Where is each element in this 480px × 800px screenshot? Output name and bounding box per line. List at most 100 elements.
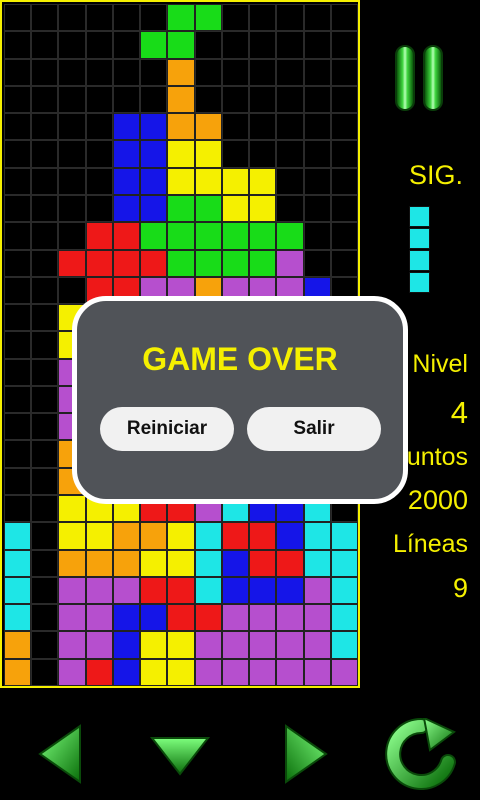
empty-cell (330, 31, 358, 59)
block-cell (249, 249, 277, 277)
empty-cell (303, 4, 331, 32)
empty-cell (221, 4, 250, 32)
block-cell (58, 549, 86, 577)
empty-cell (31, 576, 59, 605)
empty-cell (4, 85, 32, 114)
block-cell (330, 631, 358, 659)
block-cell (276, 658, 304, 686)
block-cell (140, 140, 168, 168)
block-cell (167, 222, 195, 250)
empty-cell (4, 58, 32, 86)
empty-cell (4, 440, 32, 468)
block-cell (4, 549, 32, 577)
block-cell (167, 31, 195, 59)
block-cell (85, 222, 113, 250)
empty-cell (31, 413, 59, 441)
block-cell (330, 604, 358, 632)
empty-cell (31, 85, 59, 114)
block-cell (276, 576, 304, 605)
level-value: 4 (450, 395, 468, 430)
empty-cell (4, 222, 32, 250)
move-right-button[interactable] (282, 722, 330, 786)
empty-cell (4, 4, 32, 32)
empty-cell (58, 58, 86, 86)
empty-cell (31, 31, 59, 59)
restart-button[interactable]: Reiniciar (100, 407, 234, 451)
empty-cell (4, 304, 32, 332)
empty-cell (330, 167, 358, 195)
move-down-button[interactable] (148, 734, 212, 778)
block-cell (303, 658, 331, 686)
points-label: untos (406, 443, 468, 471)
block-cell (112, 222, 141, 250)
block-cell (249, 604, 277, 632)
block-cell (221, 604, 250, 632)
empty-cell (194, 58, 222, 86)
block-cell (249, 167, 277, 195)
empty-cell (249, 140, 277, 168)
empty-cell (4, 113, 32, 141)
block-cell (221, 194, 250, 223)
empty-cell (112, 58, 141, 86)
block-cell (249, 522, 277, 550)
empty-cell (330, 194, 358, 223)
block-cell (58, 522, 86, 550)
empty-cell (31, 658, 59, 686)
next-piece-cell (409, 228, 430, 249)
empty-cell (330, 113, 358, 141)
empty-cell (58, 276, 86, 305)
block-cell (140, 631, 168, 659)
block-cell (167, 549, 195, 577)
empty-cell (112, 4, 141, 32)
empty-cell (276, 31, 304, 59)
game-over-dialog: GAME OVER Reiniciar Salir (72, 296, 408, 504)
pause-button[interactable] (393, 45, 449, 111)
block-cell (167, 249, 195, 277)
empty-cell (276, 113, 304, 141)
block-cell (167, 658, 195, 686)
empty-cell (140, 85, 168, 114)
block-cell (249, 222, 277, 250)
move-left-button[interactable] (36, 722, 84, 786)
block-cell (276, 222, 304, 250)
empty-cell (31, 194, 59, 223)
empty-cell (58, 222, 86, 250)
empty-cell (4, 331, 32, 359)
block-cell (4, 576, 32, 605)
block-cell (85, 631, 113, 659)
block-cell (112, 140, 141, 168)
empty-cell (276, 140, 304, 168)
rotate-icon (385, 718, 456, 790)
rotate-button[interactable] (384, 718, 458, 790)
empty-cell (31, 604, 59, 632)
block-cell (194, 113, 222, 141)
block-cell (85, 522, 113, 550)
empty-cell (58, 4, 86, 32)
block-cell (58, 495, 86, 523)
empty-cell (303, 85, 331, 114)
empty-cell (330, 4, 358, 32)
exit-button[interactable]: Salir (247, 407, 381, 451)
empty-cell (31, 331, 59, 359)
empty-cell (330, 140, 358, 168)
block-cell (221, 658, 250, 686)
block-cell (112, 249, 141, 277)
empty-cell (249, 85, 277, 114)
next-piece-cell (409, 272, 430, 293)
empty-cell (303, 58, 331, 86)
empty-cell (303, 194, 331, 223)
empty-cell (4, 276, 32, 305)
block-cell (140, 113, 168, 141)
block-cell (194, 576, 222, 605)
block-cell (194, 194, 222, 223)
block-cell (303, 549, 331, 577)
block-cell (249, 658, 277, 686)
block-cell (167, 604, 195, 632)
block-cell (140, 576, 168, 605)
empty-cell (4, 31, 32, 59)
block-cell (221, 222, 250, 250)
block-cell (303, 631, 331, 659)
block-cell (4, 522, 32, 550)
empty-cell (4, 249, 32, 277)
block-cell (58, 604, 86, 632)
